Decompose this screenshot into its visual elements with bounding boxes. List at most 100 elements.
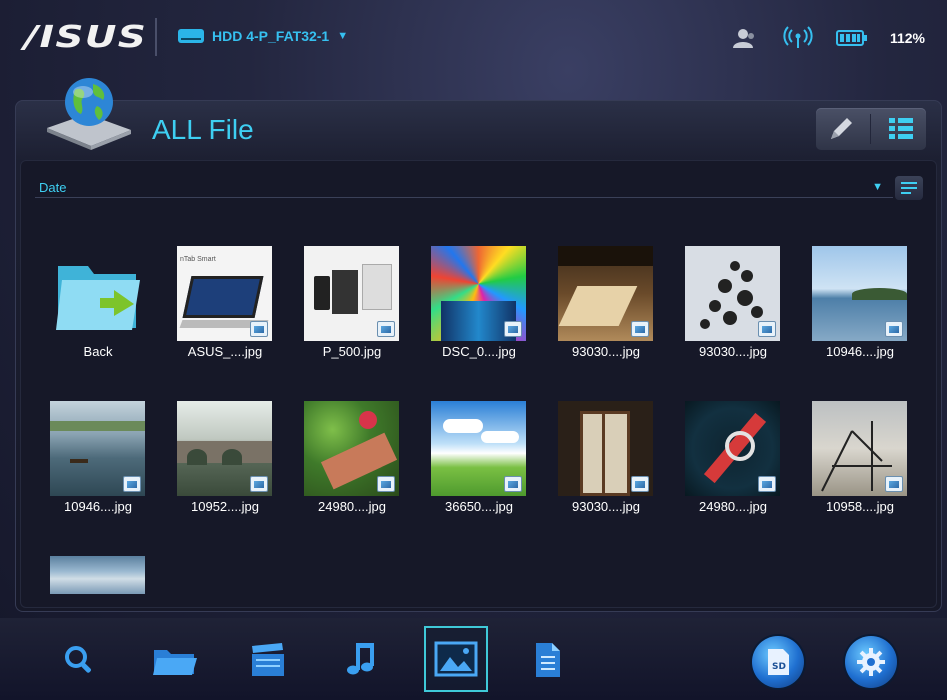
- document-button[interactable]: [517, 632, 579, 688]
- file-name-label: 10958....jpg: [826, 499, 894, 514]
- header-toolbar: [816, 108, 926, 150]
- file-name-label: 10946....jpg: [64, 499, 132, 514]
- list-view-button[interactable]: [881, 111, 921, 147]
- file-name-label: 24980....jpg: [699, 499, 767, 514]
- music-button[interactable]: [331, 632, 393, 688]
- photo-badge-icon: [758, 476, 776, 492]
- file-item[interactable]: nTab Smart ASUS_....jpg: [161, 246, 272, 386]
- photo-badge-icon: [123, 476, 141, 492]
- file-item[interactable]: DSC_0....jpg: [415, 246, 526, 386]
- status-area: 112%: [728, 26, 925, 50]
- video-button[interactable]: [237, 632, 299, 688]
- photo-badge-icon: [377, 321, 395, 337]
- edit-button[interactable]: [821, 111, 861, 147]
- user-icon[interactable]: [728, 26, 760, 50]
- file-item[interactable]: 24980....jpg: [669, 401, 780, 541]
- settings-button[interactable]: [845, 636, 897, 688]
- file-name-label: 10952....jpg: [191, 499, 259, 514]
- image-thumbnail: [431, 246, 526, 341]
- photo-badge-icon: [885, 321, 903, 337]
- file-item[interactable]: 10946....jpg: [796, 246, 907, 386]
- folder-icon: [153, 650, 197, 675]
- battery-icon: [835, 26, 868, 50]
- image-thumbnail: [812, 401, 907, 496]
- file-name-label: P_500.jpg: [322, 344, 382, 359]
- globe-icon: [41, 72, 133, 152]
- file-item[interactable]: 36650....jpg: [415, 401, 526, 541]
- file-name-label: 93030....jpg: [572, 499, 640, 514]
- menu-lines-icon: [901, 182, 917, 194]
- photo-badge-icon: [250, 476, 268, 492]
- file-item[interactable]: P_500.jpg: [288, 246, 399, 386]
- photo-badge-icon: [250, 321, 268, 337]
- file-name-label: 10946....jpg: [826, 344, 894, 359]
- image-thumbnail: [304, 246, 399, 341]
- image-thumbnail: [558, 246, 653, 341]
- file-item[interactable]: 24980....jpg: [288, 401, 399, 541]
- music-icon: [347, 643, 374, 675]
- file-name-label: DSC_0....jpg: [442, 344, 516, 359]
- bottom-navigation: SD: [0, 618, 947, 700]
- photo-badge-icon: [631, 476, 649, 492]
- file-item[interactable]: 10958....jpg: [796, 401, 907, 541]
- back-folder-icon: [50, 246, 145, 341]
- back-folder-item[interactable]: Back: [34, 246, 144, 386]
- settings-gear-icon: [857, 648, 885, 676]
- tool-separator: [870, 114, 872, 144]
- wifi-signal-icon: [782, 26, 814, 50]
- asus-logo: /ISUS: [24, 20, 148, 55]
- folder-button[interactable]: [143, 632, 205, 688]
- list-icon: [889, 118, 914, 139]
- image-thumbnail: nTab Smart: [177, 246, 272, 341]
- photo-badge-icon: [885, 476, 903, 492]
- drive-selector[interactable]: HDD 4-P_FAT32-1 ▼: [178, 28, 348, 44]
- file-name-label: 93030....jpg: [572, 344, 640, 359]
- sort-label: Date: [39, 180, 67, 195]
- file-name-label: Back: [83, 344, 113, 359]
- file-item[interactable]: 10952....jpg: [161, 401, 272, 541]
- image-icon: [434, 641, 478, 677]
- file-item[interactable]: 93030....jpg: [669, 246, 780, 386]
- top-bar: /ISUS HDD 4-P_FAT32-1 ▼ 112%: [0, 0, 947, 78]
- file-name-label: 93030....jpg: [699, 344, 767, 359]
- file-panel: ALL File Date ▼ Back nTab Smart ASUS_....j…: [15, 78, 942, 612]
- file-item[interactable]: 10946....jpg: [34, 401, 145, 541]
- photo-badge-icon: [758, 321, 776, 337]
- sd-card-icon: SD: [768, 649, 789, 675]
- battery-percentage: 112%: [889, 30, 925, 46]
- file-name-label: 24980....jpg: [318, 499, 386, 514]
- image-thumbnail: [304, 401, 399, 496]
- pencil-icon: [830, 118, 852, 139]
- photo-badge-icon: [504, 321, 522, 337]
- dropdown-caret-icon[interactable]: ▼: [872, 181, 883, 193]
- document-icon: [536, 643, 560, 677]
- image-thumbnail: [685, 246, 780, 341]
- divider: [155, 18, 157, 56]
- file-name-label: ASUS_....jpg: [187, 344, 263, 359]
- search-icon: [65, 646, 91, 673]
- image-thumbnail: [177, 401, 272, 496]
- sd-card-button[interactable]: SD: [752, 636, 804, 688]
- image-thumbnail: [50, 401, 145, 496]
- sort-options-button[interactable]: [895, 176, 923, 200]
- file-name-label: 36650....jpg: [445, 499, 513, 514]
- image-thumbnail: [558, 401, 653, 496]
- svg-text:SD: SD: [772, 662, 786, 672]
- photo-badge-icon: [377, 476, 395, 492]
- panel-header: ALL File: [15, 78, 942, 156]
- dropdown-caret-icon: ▼: [337, 30, 349, 42]
- sort-dropdown[interactable]: Date ▼: [35, 176, 893, 198]
- image-button[interactable]: [424, 626, 488, 692]
- page-title: ALL File: [152, 114, 254, 145]
- image-thumbnail: [812, 246, 907, 341]
- video-icon: [252, 643, 284, 676]
- file-item[interactable]: 93030....jpg: [542, 246, 653, 386]
- drive-label: HDD 4-P_FAT32-1: [212, 28, 330, 44]
- search-button[interactable]: [48, 632, 110, 688]
- file-list-area: Date ▼ Back nTab Smart ASUS_....jpg P_500.j…: [20, 160, 937, 608]
- file-item[interactable]: 93030....jpg: [542, 401, 653, 541]
- image-thumbnail: [685, 401, 780, 496]
- image-thumbnail: [50, 556, 145, 594]
- hard-drive-icon: [178, 29, 204, 43]
- photo-badge-icon: [631, 321, 649, 337]
